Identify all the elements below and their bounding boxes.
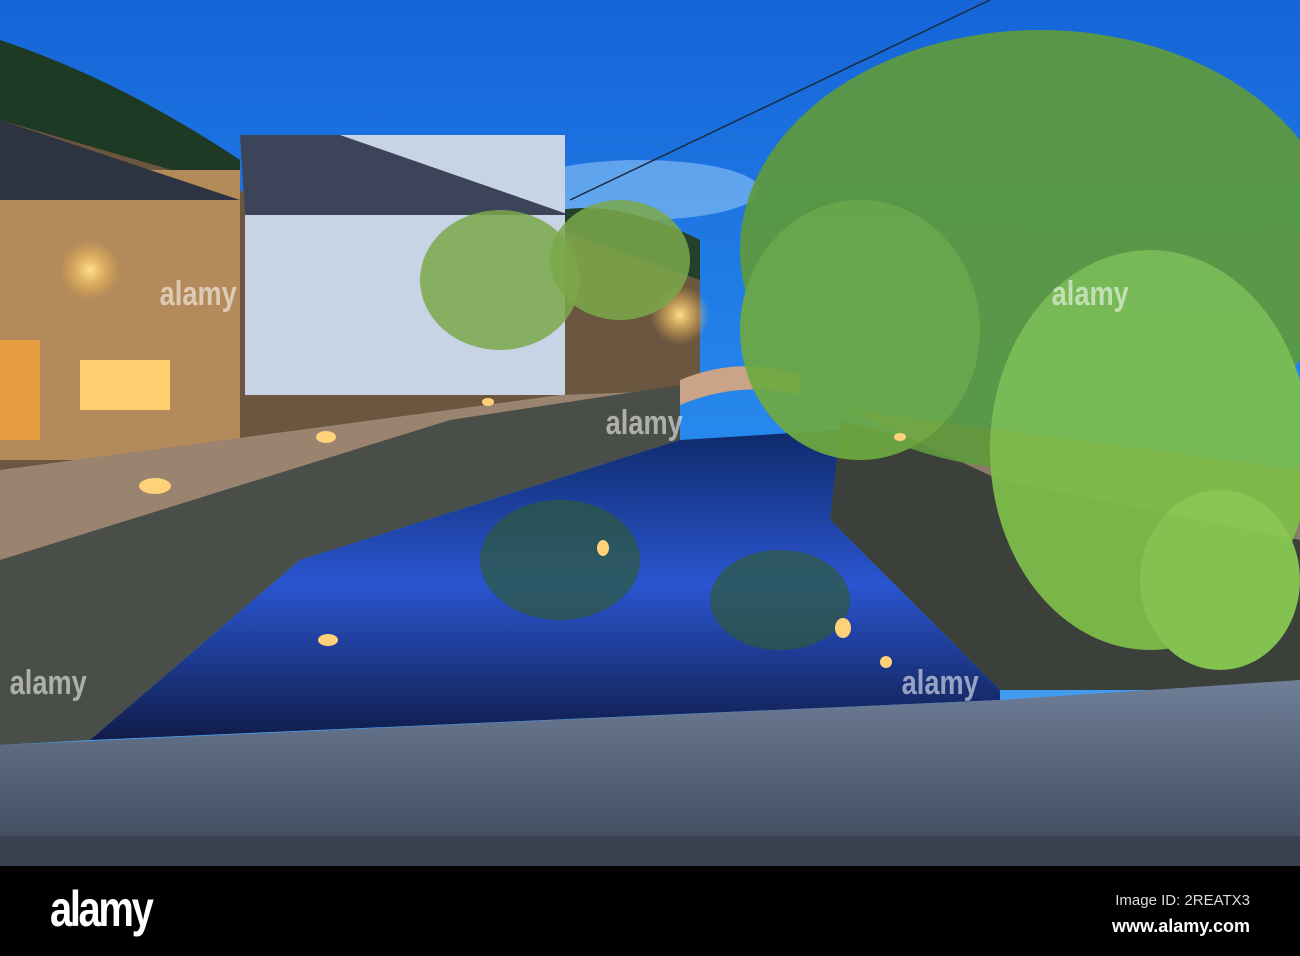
watermark: alamy: [9, 664, 87, 702]
stock-photo: alamy alamy alamy alamy alamy alamy Imag…: [0, 0, 1300, 956]
watermark: alamy: [605, 404, 683, 442]
watermark: alamy: [1051, 275, 1129, 313]
image-id: Image ID: 2REATX3: [1115, 892, 1250, 909]
alamy-logo: alamy: [50, 881, 154, 937]
footer-bar: alamy Image ID: 2REATX3 www.alamy.com: [0, 866, 1300, 956]
watermark: alamy: [159, 275, 237, 313]
site-url: www.alamy.com: [1111, 916, 1250, 936]
watermark: alamy: [901, 664, 979, 702]
